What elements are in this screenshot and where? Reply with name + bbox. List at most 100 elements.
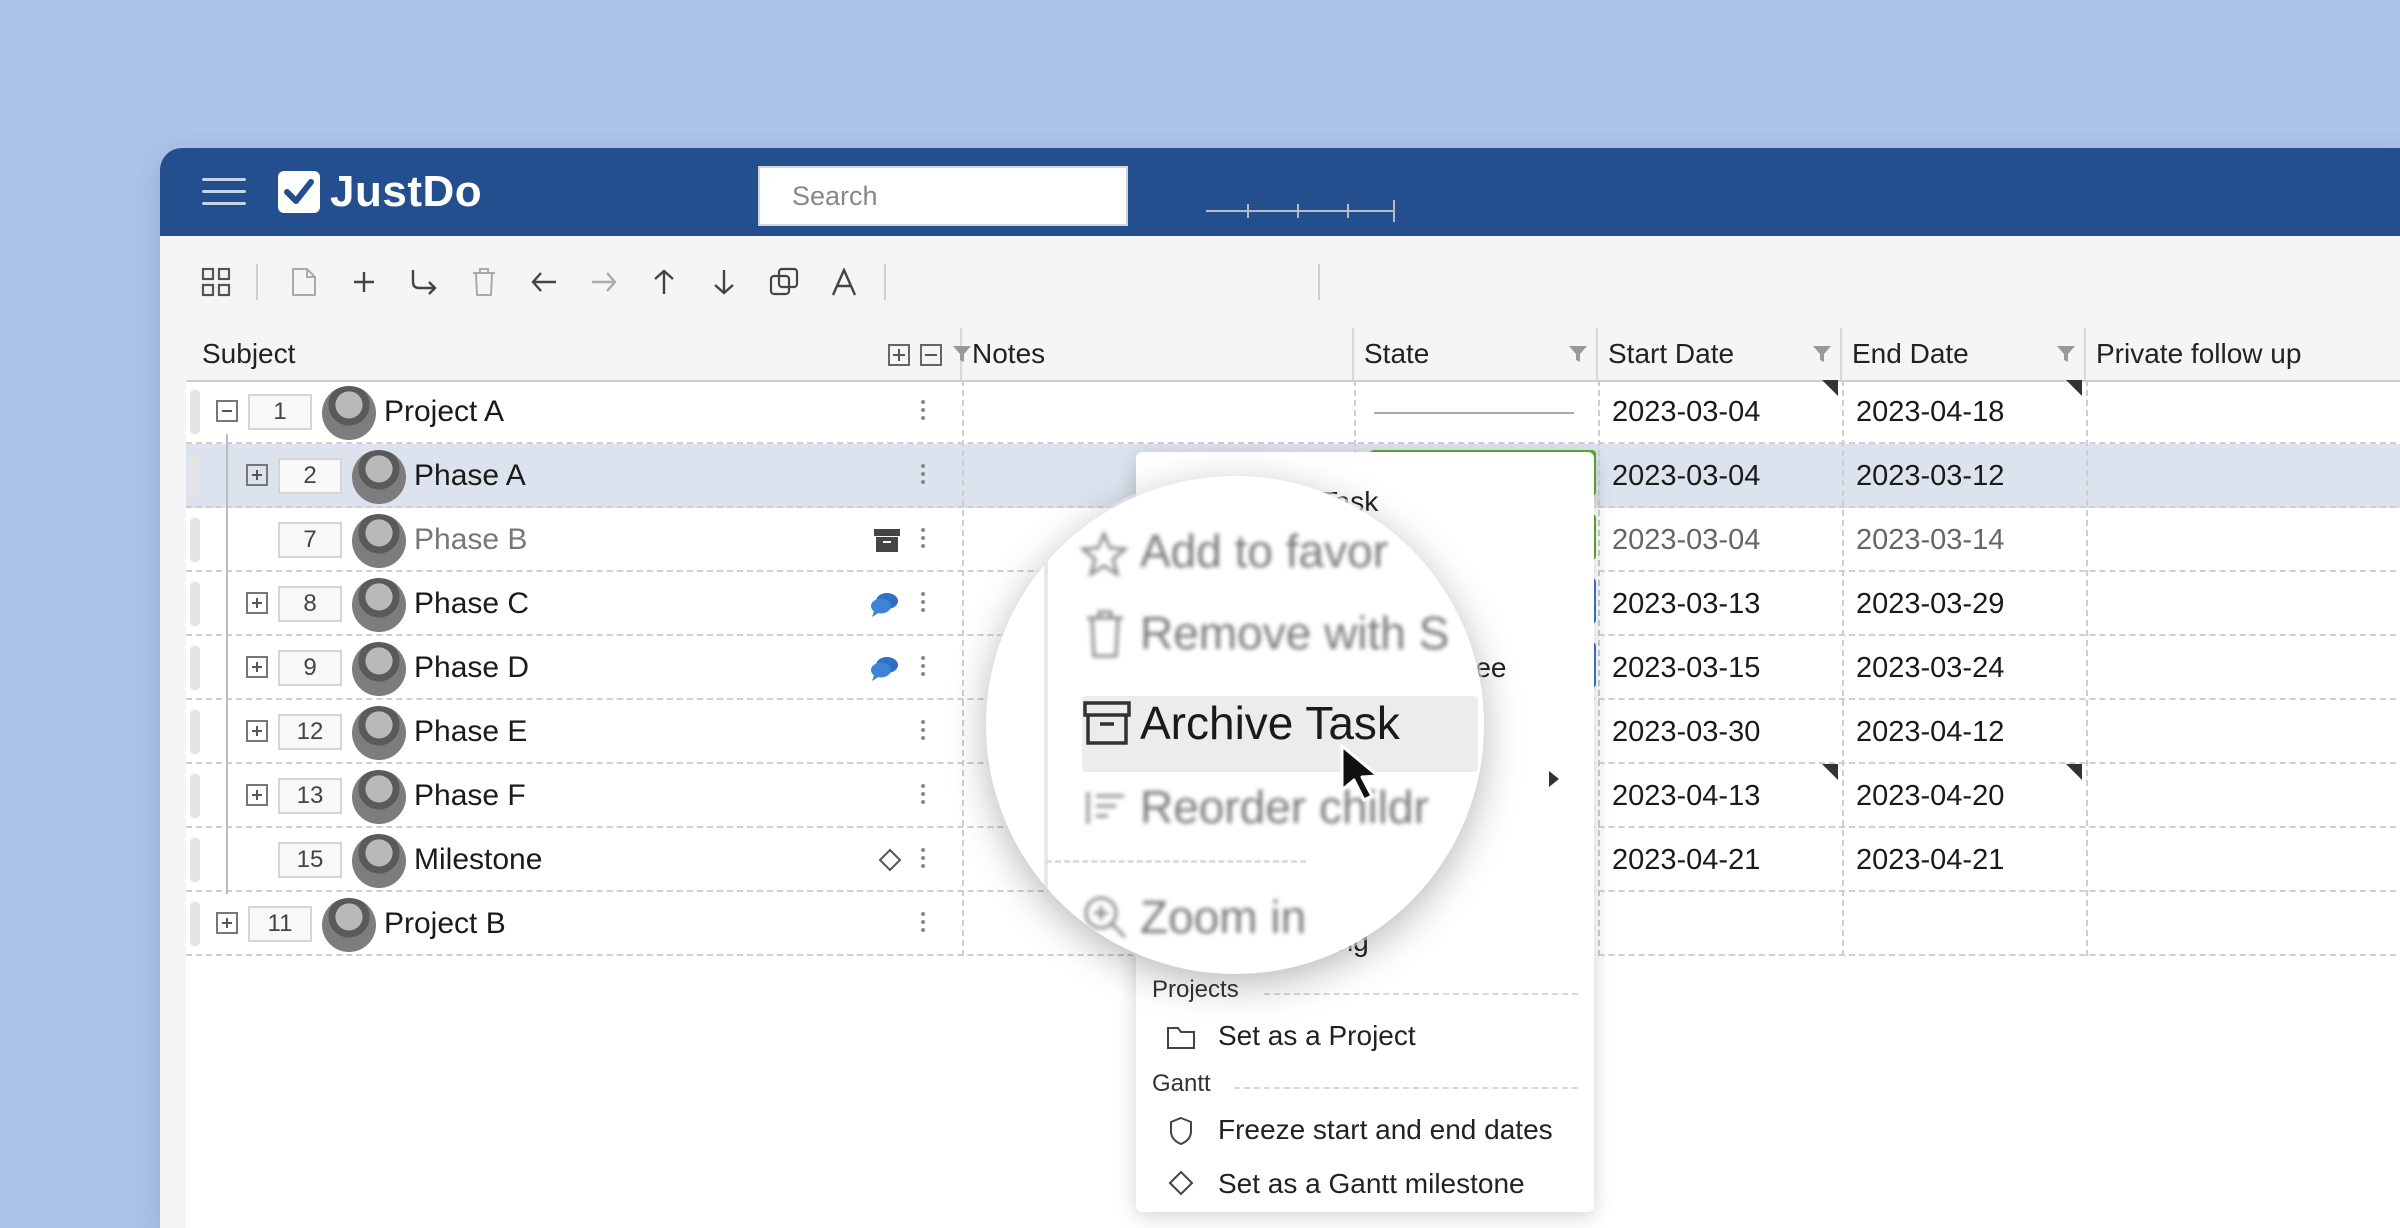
row-menu-icon[interactable] — [920, 464, 926, 488]
row-menu-icon[interactable] — [920, 656, 926, 680]
add-task-icon[interactable] — [346, 264, 382, 300]
row-menu-icon[interactable] — [920, 528, 926, 552]
expand-icon[interactable] — [246, 656, 268, 678]
task-subject[interactable]: Phase C — [414, 572, 529, 636]
state-indicator[interactable] — [1374, 412, 1574, 414]
new-document-icon[interactable] — [286, 264, 322, 300]
end-date-cell[interactable]: 2023-03-14 — [1856, 508, 2004, 572]
sort-icon — [1086, 792, 1124, 824]
drag-handle[interactable] — [190, 582, 200, 626]
expand-icon[interactable] — [246, 720, 268, 742]
cell-note-marker — [1822, 380, 1838, 396]
avatar[interactable] — [352, 578, 406, 632]
column-header-subject[interactable]: Subject — [186, 328, 962, 380]
row-menu-icon[interactable] — [920, 784, 926, 808]
avatar[interactable] — [352, 514, 406, 568]
set-as-project-item[interactable]: Set as a Project — [1136, 1012, 1594, 1060]
expand-icon[interactable] — [216, 912, 238, 934]
table-row[interactable]: 1 Project A 2023-03-04 2023-04-18 — [186, 380, 2400, 444]
add-to-favorites-item[interactable]: Add to favor — [1046, 516, 1466, 592]
start-date-cell[interactable]: 2023-03-13 — [1612, 572, 1760, 636]
filter-icon[interactable] — [2056, 344, 2076, 364]
chat-icon[interactable] — [870, 590, 900, 618]
collapse-all-icon[interactable] — [920, 344, 942, 366]
start-date-cell[interactable]: 2023-03-04 — [1612, 444, 1760, 508]
column-header-end-date[interactable]: End Date — [1842, 328, 2086, 380]
task-subject[interactable]: Milestone — [414, 828, 542, 892]
menu-icon[interactable] — [202, 176, 246, 208]
avatar[interactable] — [352, 642, 406, 696]
task-subject[interactable]: Project A — [384, 380, 504, 444]
drag-handle[interactable] — [190, 710, 200, 754]
start-date-cell[interactable]: 2023-03-30 — [1612, 700, 1760, 764]
row-menu-icon[interactable] — [920, 912, 926, 936]
chat-icon[interactable] — [870, 654, 900, 682]
filter-icon[interactable] — [1568, 344, 1588, 364]
end-date-cell[interactable]: 2023-04-18 — [1856, 380, 2004, 444]
duplicate-icon[interactable] — [766, 264, 802, 300]
search-input[interactable] — [758, 166, 1128, 226]
drag-handle[interactable] — [190, 518, 200, 562]
drag-handle[interactable] — [190, 774, 200, 818]
start-date-cell[interactable]: 2023-04-21 — [1612, 828, 1760, 892]
grid-view-icon[interactable] — [198, 264, 234, 300]
drag-handle[interactable] — [190, 646, 200, 690]
zoom-in-item[interactable]: Zoom in — [1046, 882, 1466, 958]
avatar[interactable] — [352, 834, 406, 888]
end-date-cell[interactable]: 2023-03-24 — [1856, 636, 2004, 700]
avatar[interactable] — [352, 450, 406, 504]
task-subject[interactable]: Phase B — [414, 508, 527, 572]
set-gantt-milestone-item[interactable]: Set as a Gantt milestone — [1136, 1160, 1594, 1208]
end-date-cell[interactable]: 2023-04-21 — [1856, 828, 2004, 892]
end-date-cell[interactable]: 2023-04-20 — [1856, 764, 2004, 828]
drag-handle[interactable] — [190, 454, 200, 498]
drag-handle[interactable] — [190, 902, 200, 946]
move-up-icon[interactable] — [646, 264, 682, 300]
task-subject[interactable]: Phase F — [414, 764, 526, 828]
end-date-cell[interactable]: 2023-03-12 — [1856, 444, 2004, 508]
expand-icon[interactable] — [246, 784, 268, 806]
start-date-cell[interactable]: 2023-03-04 — [1612, 380, 1760, 444]
menu-section-gantt: Gantt — [1152, 1070, 1211, 1097]
collapse-icon[interactable] — [216, 400, 238, 422]
freeze-dates-item[interactable]: Freeze start and end dates — [1136, 1106, 1594, 1154]
expand-icon[interactable] — [246, 592, 268, 614]
outdent-left-icon[interactable] — [526, 264, 562, 300]
start-date-cell[interactable]: 2023-03-15 — [1612, 636, 1760, 700]
end-date-cell[interactable]: 2023-03-29 — [1856, 572, 2004, 636]
avatar[interactable] — [352, 770, 406, 824]
start-date-cell[interactable]: 2023-03-04 — [1612, 508, 1760, 572]
zoom-slider[interactable] — [1196, 196, 1396, 226]
reorder-children-item[interactable]: Reorder childr — [1046, 772, 1466, 848]
remove-with-subtree-item[interactable]: Remove with S — [1046, 598, 1466, 674]
add-subtask-icon[interactable] — [406, 264, 442, 300]
task-subject[interactable]: Phase D — [414, 636, 529, 700]
column-header-notes[interactable]: Notes — [962, 328, 1354, 380]
row-menu-icon[interactable] — [920, 848, 926, 872]
avatar[interactable] — [352, 706, 406, 760]
trash-icon[interactable] — [466, 264, 502, 300]
avatar[interactable] — [322, 386, 376, 440]
indent-right-icon[interactable] — [586, 264, 622, 300]
start-date-cell[interactable]: 2023-04-13 — [1612, 764, 1760, 828]
row-menu-icon[interactable] — [920, 400, 926, 424]
row-menu-icon[interactable] — [920, 592, 926, 616]
row-menu-icon[interactable] — [920, 720, 926, 744]
text-format-icon[interactable] — [826, 264, 862, 300]
drag-handle[interactable] — [190, 390, 200, 434]
column-header-start-date[interactable]: Start Date — [1598, 328, 1842, 380]
task-subject[interactable]: Project B — [384, 892, 506, 956]
column-header-private-follow-up[interactable]: Private follow up — [2086, 328, 2400, 380]
task-subject[interactable]: Phase A — [414, 444, 526, 508]
task-subject[interactable]: Phase E — [414, 700, 527, 764]
drag-handle[interactable] — [190, 838, 200, 882]
avatar[interactable] — [322, 898, 376, 952]
column-header-state[interactable]: State — [1354, 328, 1598, 380]
move-down-icon[interactable] — [706, 264, 742, 300]
app-logo[interactable]: JustDo — [278, 166, 482, 218]
archive-task-item[interactable]: Archive Task — [1046, 688, 1466, 764]
expand-icon[interactable] — [246, 464, 268, 486]
end-date-cell[interactable]: 2023-04-12 — [1856, 700, 2004, 764]
expand-all-icon[interactable] — [888, 344, 910, 366]
filter-icon[interactable] — [1812, 344, 1832, 364]
